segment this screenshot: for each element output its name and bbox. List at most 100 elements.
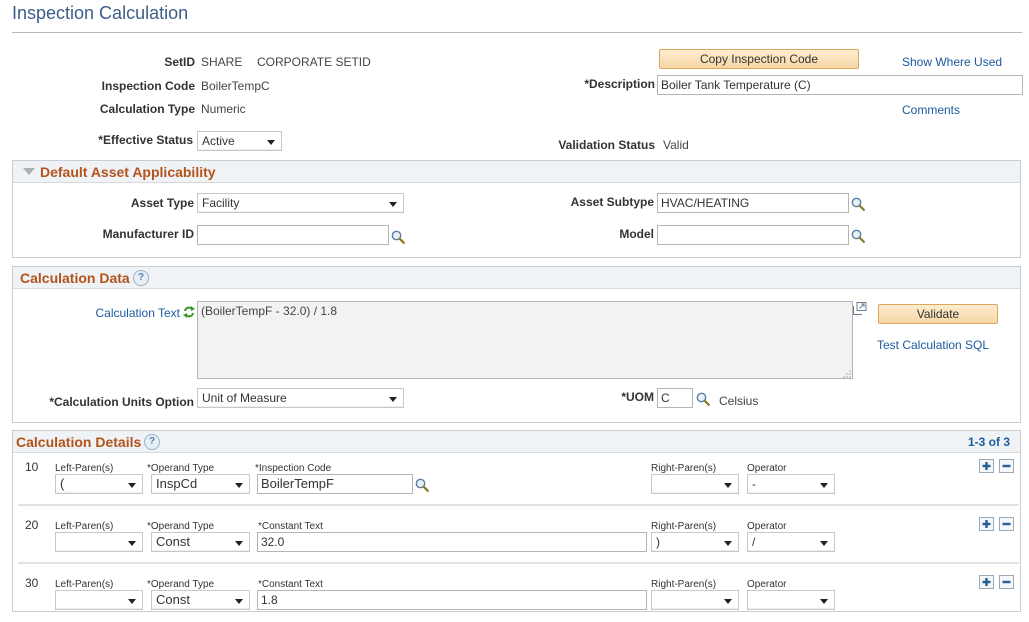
operand-type-select[interactable]: Const	[151, 590, 250, 610]
model-label: Model	[619, 227, 654, 241]
chevron-down-icon	[820, 483, 828, 488]
chevron-down-icon	[820, 541, 828, 546]
operand-type-label: *Operand Type	[147, 463, 215, 474]
manufacturer-lookup-icon[interactable]	[391, 230, 405, 244]
calculation-data-title: Calculation Data	[20, 270, 130, 286]
comments-link[interactable]: Comments	[902, 103, 960, 117]
calculation-details-header: Calculation Details ? 1-3 of 3	[13, 431, 1020, 453]
help-icon[interactable]: ?	[144, 434, 160, 450]
inspection-code-lookup-icon[interactable]	[415, 478, 429, 492]
left-paren-select[interactable]	[55, 590, 143, 610]
uom-lookup-icon[interactable]	[696, 392, 710, 406]
minus-icon	[1002, 522, 1011, 526]
chevron-down-icon	[724, 483, 732, 488]
inspection-code-value: BoilerTempC	[201, 79, 270, 93]
chevron-down-icon	[235, 541, 243, 546]
setid-label: SetID	[164, 55, 195, 69]
pagination-count: 1-3 of 3	[967, 435, 1010, 449]
chevron-down-icon	[267, 140, 275, 145]
right-paren-label: Right-Paren(s)	[651, 579, 717, 590]
left-paren-select[interactable]: (	[55, 474, 143, 494]
left-paren-label: Left-Paren(s)	[55, 579, 114, 590]
right-paren-select[interactable]	[651, 474, 739, 494]
operand-type-value: Const	[156, 534, 190, 549]
chevron-down-icon	[235, 599, 243, 604]
chevron-down-icon	[389, 202, 397, 207]
asset-subtype-lookup-icon[interactable]	[851, 197, 865, 211]
asset-subtype-input[interactable]: HVAC/HEATING	[657, 193, 849, 213]
left-paren-label: Left-Paren(s)	[55, 463, 114, 474]
minus-icon	[1002, 464, 1011, 468]
model-input[interactable]	[657, 225, 849, 245]
test-calculation-sql-link[interactable]: Test Calculation SQL	[877, 338, 989, 352]
calculation-text-link[interactable]: Calculation Text	[96, 306, 181, 320]
delete-row-button[interactable]	[999, 517, 1014, 531]
delete-row-button[interactable]	[999, 459, 1014, 473]
calculation-text-area[interactable]: (BoilerTempF - 32.0) / 1.8	[197, 301, 853, 379]
calculation-units-option-label: *Calculation Units Option	[49, 395, 194, 409]
collapse-triangle-icon[interactable]	[23, 168, 35, 175]
right-paren-label: Right-Paren(s)	[651, 521, 717, 532]
constant-text-input[interactable]: 32.0	[257, 532, 647, 552]
effective-status-select[interactable]: Active	[197, 131, 282, 151]
calculation-details-title: Calculation Details	[16, 434, 142, 450]
refresh-icon[interactable]	[182, 305, 196, 319]
description-label: *Description	[584, 77, 655, 91]
asset-applicability-header[interactable]: Default Asset Applicability	[13, 161, 1020, 183]
manufacturer-id-label: Manufacturer ID	[102, 227, 194, 241]
calculation-type-label: Calculation Type	[99, 102, 195, 116]
operator-label: Operator	[747, 463, 787, 474]
show-where-used-link[interactable]: Show Where Used	[902, 55, 1002, 69]
asset-subtype-label: Asset Subtype	[570, 195, 654, 209]
right-paren-label: Right-Paren(s)	[651, 463, 717, 474]
model-lookup-icon[interactable]	[851, 229, 865, 243]
asset-type-select[interactable]: Facility	[197, 193, 404, 213]
delete-row-button[interactable]	[999, 575, 1014, 589]
operand-type-select[interactable]: Const	[151, 532, 250, 552]
row-sequence: 30	[25, 576, 39, 590]
chevron-down-icon	[235, 483, 243, 488]
add-row-button[interactable]	[979, 459, 994, 473]
constant-text-input[interactable]: 1.8	[257, 590, 647, 610]
operator-select[interactable]: -	[747, 474, 835, 494]
resize-grip-icon[interactable]	[843, 370, 851, 378]
left-paren-select[interactable]	[55, 532, 143, 552]
copy-inspection-code-button[interactable]: Copy Inspection Code	[659, 49, 859, 69]
inspection-code-input[interactable]: BoilerTempF	[257, 474, 413, 494]
title-divider	[12, 32, 1022, 33]
operand-type-label: *Operand Type	[147, 579, 215, 590]
add-row-button[interactable]	[979, 575, 994, 589]
expand-popup-icon[interactable]	[853, 302, 867, 315]
help-icon[interactable]: ?	[133, 270, 149, 286]
operand-type-select[interactable]: InspCd	[151, 474, 250, 494]
uom-label: *UOM	[621, 390, 654, 404]
uom-input[interactable]: C	[657, 388, 693, 408]
chevron-down-icon	[724, 599, 732, 604]
row-divider	[18, 504, 1019, 506]
right-paren-value: )	[656, 535, 660, 549]
operand-label: *Constant Text	[258, 521, 323, 532]
operator-label: Operator	[747, 579, 787, 590]
calculation-units-option-value: Unit of Measure	[202, 391, 287, 405]
add-row-button[interactable]	[979, 517, 994, 531]
validation-status-label: Validation Status	[558, 138, 655, 152]
validate-button[interactable]: Validate	[878, 304, 998, 324]
calculation-type-value: Numeric	[201, 102, 246, 116]
effective-status-label: *Effective Status	[98, 133, 193, 147]
asset-type-label: Asset Type	[130, 196, 194, 210]
description-input[interactable]: Boiler Tank Temperature (C)	[657, 75, 1023, 95]
inspection-code-label: Inspection Code	[101, 79, 195, 93]
plus-icon	[982, 462, 991, 470]
operand-type-label: *Operand Type	[147, 521, 215, 532]
chevron-down-icon	[820, 599, 828, 604]
validation-status-value: Valid	[663, 138, 689, 152]
left-paren-label: Left-Paren(s)	[55, 521, 114, 532]
operator-select[interactable]: /	[747, 532, 835, 552]
calculation-data-header: Calculation Data ?	[13, 267, 1020, 289]
right-paren-select[interactable]	[651, 590, 739, 610]
right-paren-select[interactable]: )	[651, 532, 739, 552]
calculation-units-option-select[interactable]: Unit of Measure	[197, 388, 404, 408]
operator-select[interactable]	[747, 590, 835, 610]
manufacturer-id-input[interactable]	[197, 225, 389, 245]
row-sequence: 10	[25, 460, 39, 474]
